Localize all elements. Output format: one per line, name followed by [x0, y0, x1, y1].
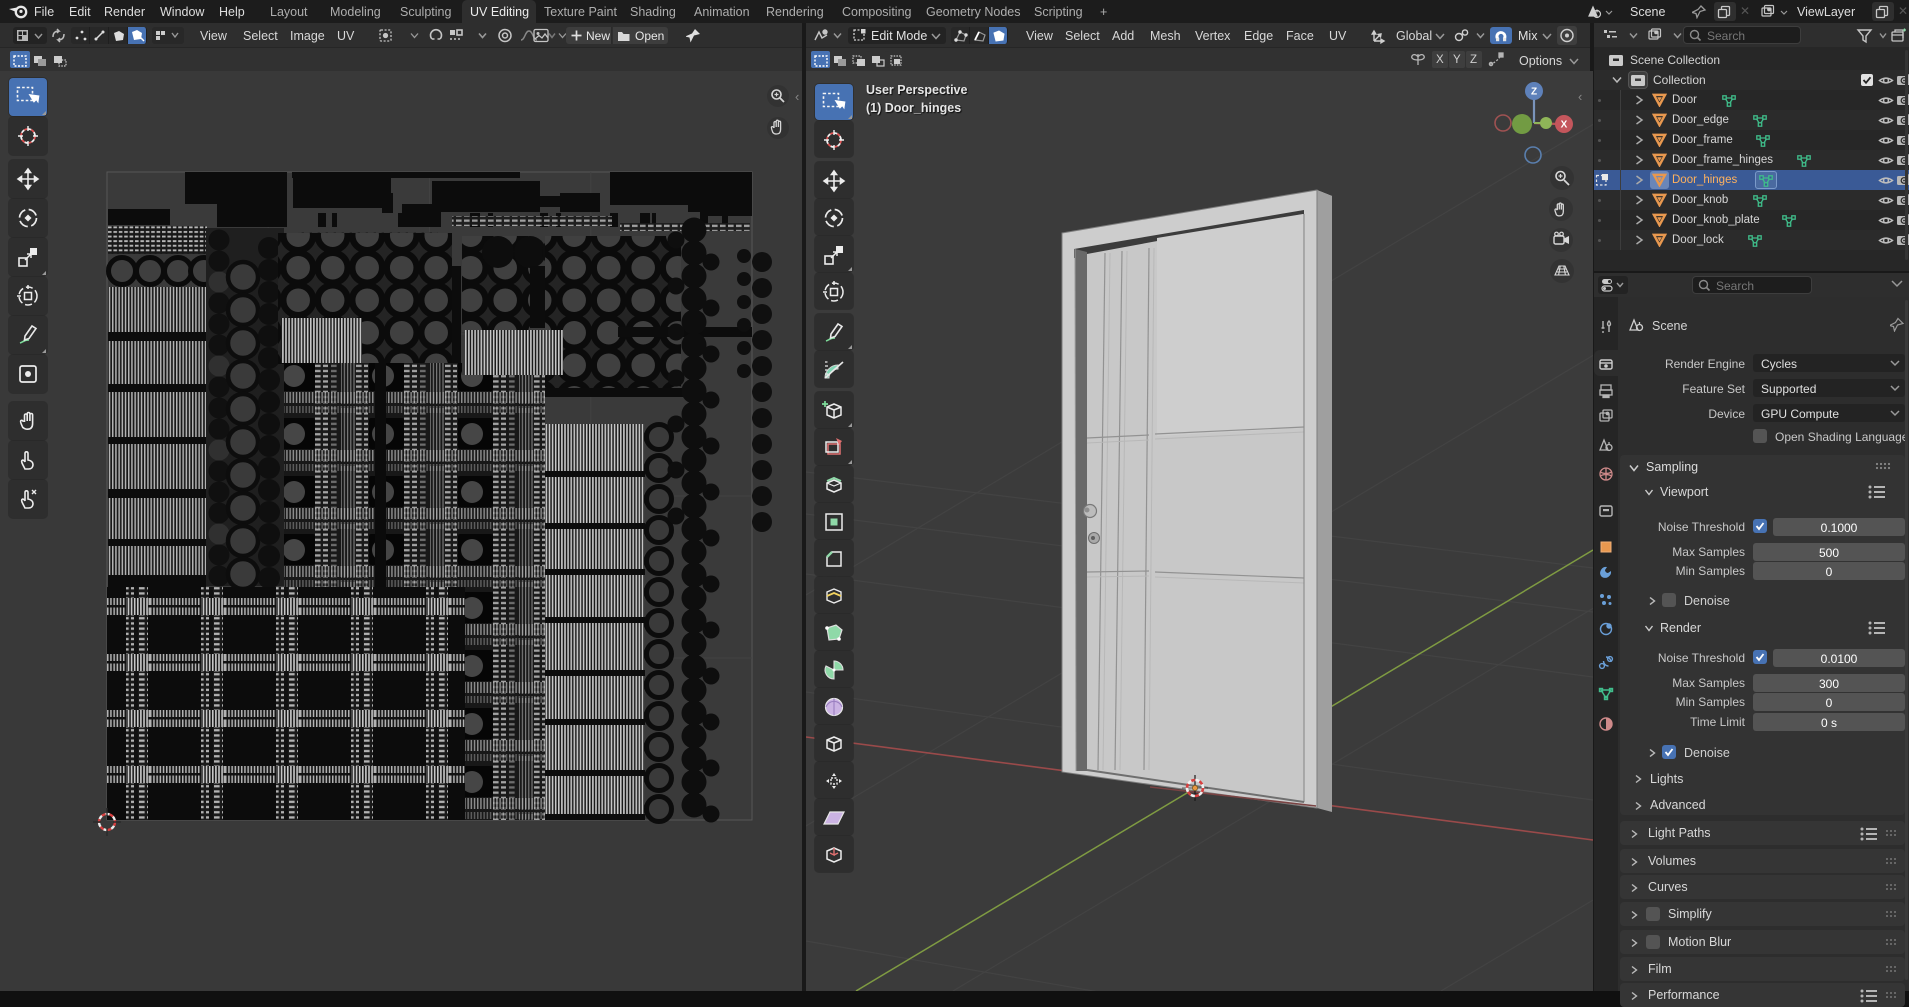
svg-text:Z: Z [1531, 87, 1537, 98]
svg-text:X: X [1561, 120, 1568, 131]
